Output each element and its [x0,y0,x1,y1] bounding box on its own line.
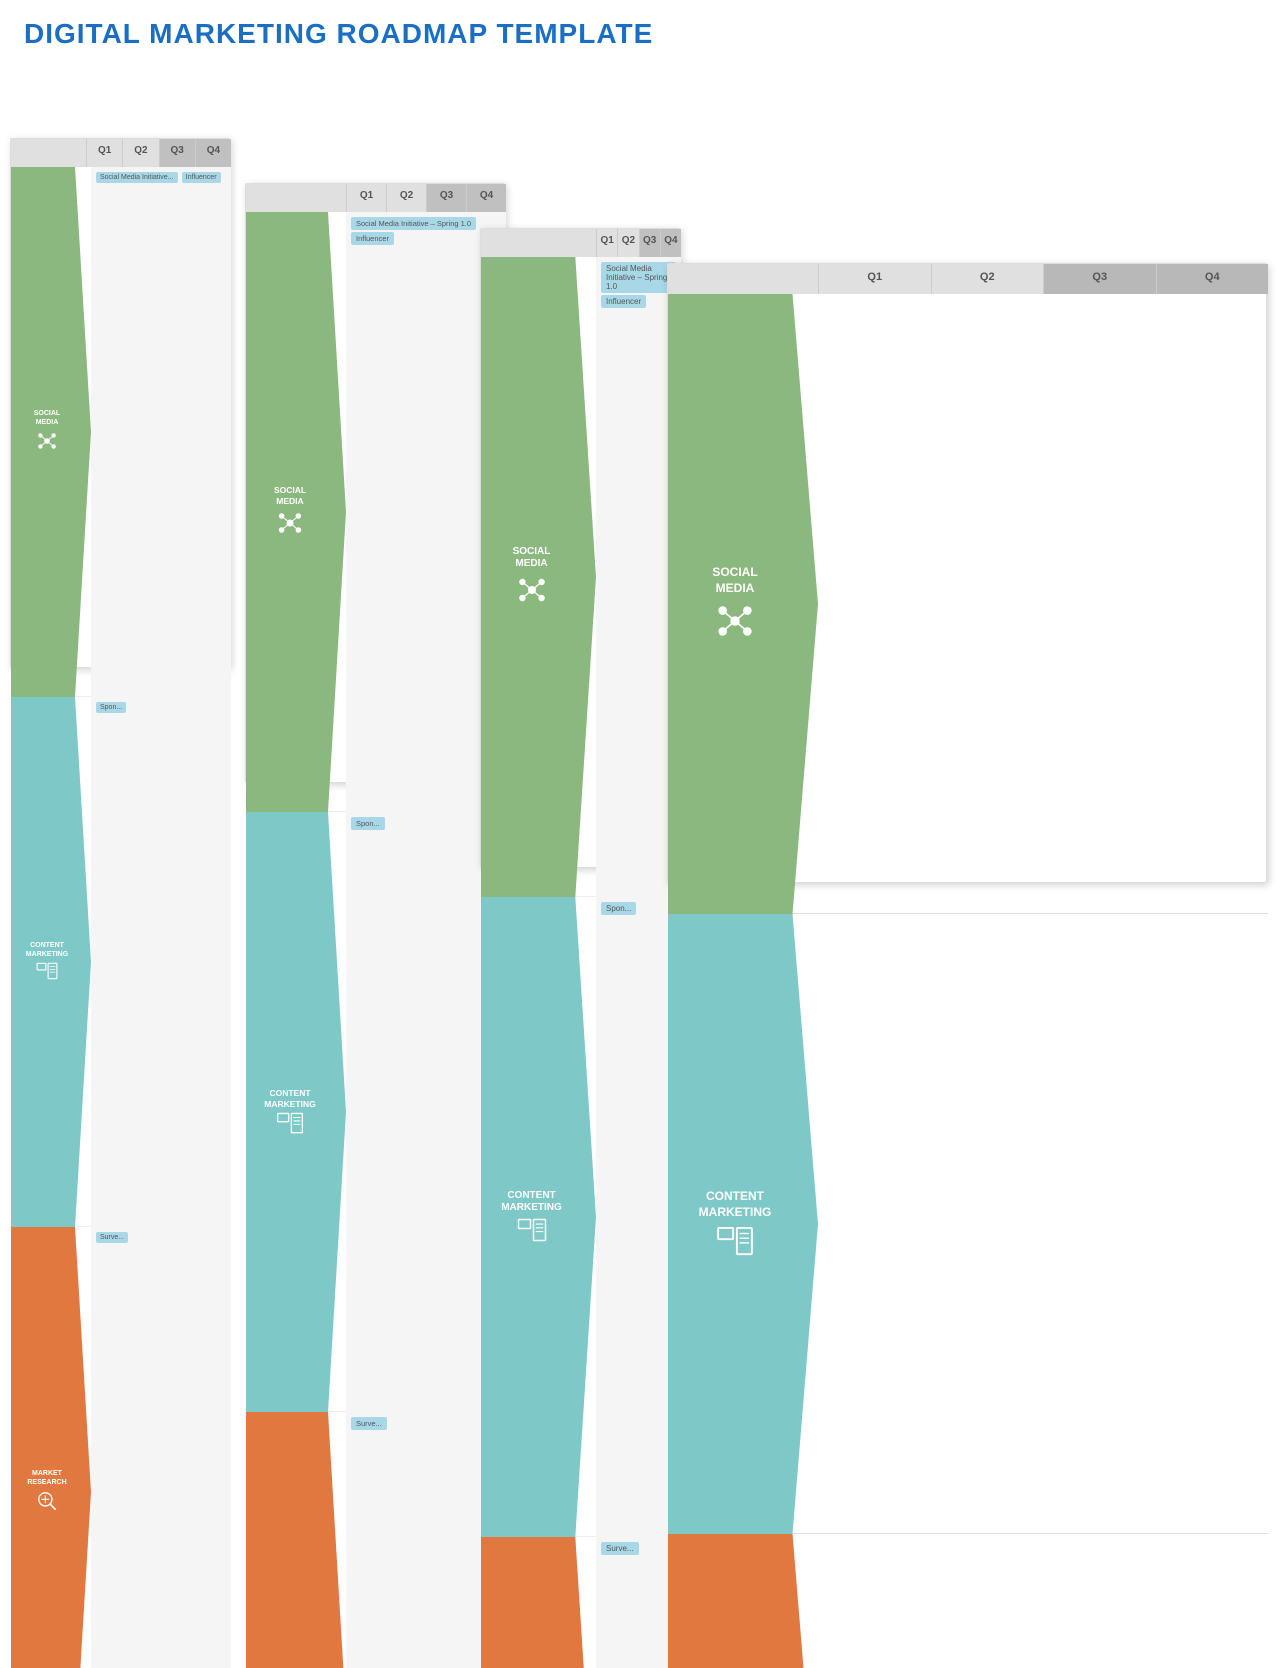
card-3: Q1 Q2 Q3 Q4 SOCIALMEDIA [480,228,680,868]
market-label-c1: MARKETRESEARCH [27,1470,66,1487]
card-1: Q1 Q2 Q3 Q4 SOCIALMEDIA [10,138,230,668]
q1-label-c1: Q1 [86,139,122,167]
chip-spring-c2: Social Media Initiative – Spring 1.0 [351,217,476,230]
social-arrow-c4: SOCIALMEDIA [668,294,818,914]
market-row-c1: MARKETRESEARCH Surve... [11,1227,231,1668]
quarters-row-card3: Q1 Q2 Q3 Q4 [481,229,681,257]
content-row-c2: CONTENTMARKETING Spon... [246,812,506,1412]
market-icon-c1 [36,1490,58,1514]
chip-spon-c3: Spon... [601,902,636,915]
q2-c3: Q2 [617,229,638,257]
q1-c4: Q1 [818,264,931,294]
content-icon-c1 [36,962,58,982]
market-row-c4: MARKETRESEARCH Surveys Impact Studies [668,1534,1268,1668]
chip-influencer-c3: Influencer [601,295,646,308]
q4-label-c1: Q4 [195,139,231,167]
content-icon-c2 [276,1112,304,1136]
q3-label-c1: Q3 [159,139,195,167]
q3-c4: Q3 [1043,264,1156,294]
social-icon-c4 [716,602,754,643]
content-icon-c4 [716,1226,754,1259]
content-data-c1: Spon... [91,697,231,1227]
q2-label-c1: Q2 [122,139,158,167]
content-arrow-c3: CONTENTMARKETING [481,897,596,1537]
market-row-c3: MARKETRESEARCH Surve... [481,1537,681,1668]
market-arrow-c3: MARKETRESEARCH [481,1537,596,1668]
market-data-c1: Surve... [91,1227,231,1668]
social-row-c3: SOCIALMEDIA Social Me [481,257,681,897]
content-row-c1: CONTENTMARKETING Spon... [11,697,231,1227]
q1-c3: Q1 [596,229,617,257]
chip-spring-c3: Social Media Initiative – Spring 1.0 [601,262,676,293]
page-title: DIGITAL MARKETING ROADMAP TEMPLATE [0,0,1279,58]
content-row-c4: CONTENTMARKETING Sponsored Content [668,914,1268,1534]
content-label-c1: CONTENTMARKETING [26,942,68,959]
quarters-row-card1: Q1 Q2 Q3 Q4 [11,139,231,167]
q4-c4: Q4 [1156,264,1269,294]
q1-c2: Q1 [346,184,386,212]
social-row-c1: SOCIALMEDIA Social Me [11,167,231,697]
chip-influencer-c1: Influencer [182,172,221,183]
social-data-c1: Social Media Initiative... Influencer [91,167,231,697]
content-label-c4: CONTENTMARKETING [699,1189,772,1220]
content-row-c3: CONTENTMARKETING Spon... [481,897,681,1537]
social-label-c4: SOCIALMEDIA [712,565,757,596]
quarters-row-card2: Q1 Q2 Q3 Q4 [246,184,506,212]
content-arrow-c4: CONTENTMARKETING [668,914,818,1534]
social-label-c1: SOCIALMEDIA [34,410,60,427]
social-icon-c3 [516,574,548,609]
q3-c2: Q3 [426,184,466,212]
social-icon-c1 [36,430,58,454]
content-arrow-c2: CONTENTMARKETING [246,812,346,1412]
social-label-c2: SOCIALMEDIA [274,485,306,505]
chip-spon-c2: Spon... [351,817,385,830]
market-arrow-c1: MARKETRESEARCH [11,1227,91,1668]
q2-c4: Q2 [931,264,1044,294]
content-icon-c3 [516,1218,548,1245]
market-arrow-c2: MARKETRESEARCH [246,1412,346,1668]
chip-influencer-c2: Influencer [351,232,394,245]
social-row-c2: SOCIALMEDIA Social Me [246,212,506,812]
q4-c2: Q4 [466,184,506,212]
social-arrow-c2: SOCIALMEDIA [246,212,346,812]
chip-surv-c2: Surve... [351,1417,387,1430]
social-row-c4: SOCIALMEDIA [668,294,1268,914]
q2-c2: Q2 [386,184,426,212]
market-row-c2: MARKETRESEARCH Surve... [246,1412,506,1668]
content-arrow-c1: CONTENTMARKETING [11,697,91,1227]
market-arrow-c4: MARKETRESEARCH [668,1534,818,1668]
chip-social-spring-c1: Social Media Initiative... [96,172,178,183]
q4-c3: Q4 [660,229,681,257]
social-label-c3: SOCIALMEDIA [513,546,551,570]
social-arrow-c3: SOCIALMEDIA [481,257,596,897]
chip-surv-c3: Surve... [601,1542,639,1555]
content-label-c3: CONTENTMARKETING [501,1190,562,1214]
chip-survey-c1: Surve... [96,1232,128,1243]
card-4-full: Q1 Q2 Q3 Q4 SOCIALMEDIA [667,263,1267,883]
social-arrow-c1: SOCIALMEDIA [11,167,91,697]
card-2: Q1 Q2 Q3 Q4 SOCIALMEDIA [245,183,505,783]
chip-sponsored-c1: Spon... [96,702,126,713]
social-icon-c2 [276,509,304,539]
quarters-row-card4: Q1 Q2 Q3 Q4 [668,264,1268,294]
q3-c3: Q3 [639,229,660,257]
content-label-c2: CONTENTMARKETING [264,1088,315,1108]
